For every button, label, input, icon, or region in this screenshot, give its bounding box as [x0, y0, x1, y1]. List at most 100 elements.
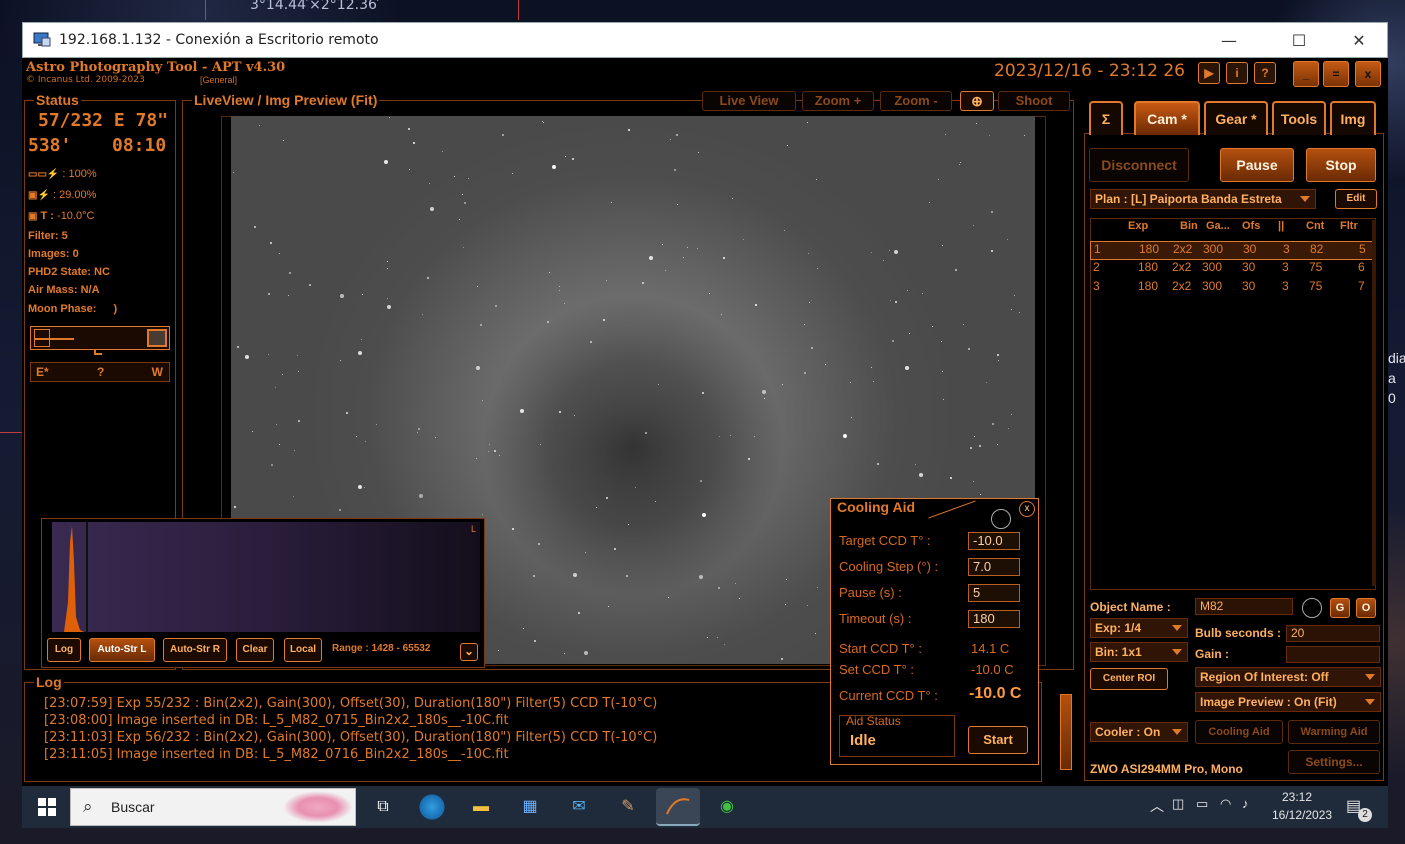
play-icon-button[interactable]: ▶ [1198, 62, 1220, 84]
object-name-input[interactable]: M82 [1195, 598, 1293, 615]
app-maximize-button[interactable]: = [1323, 61, 1349, 87]
app-close-button[interactable]: x [1355, 61, 1381, 87]
log-scrollbar[interactable] [1060, 694, 1072, 770]
target-ccd-label: Target CCD T° : [839, 533, 931, 548]
center-roi-button[interactable]: Center ROI [1090, 668, 1168, 690]
zoom-in-button[interactable]: Zoom + [802, 91, 874, 111]
pause-label: Pause (s) : [839, 585, 902, 600]
tracking-bar[interactable] [30, 326, 170, 350]
taskbar-time[interactable]: 23:12 [1282, 790, 1312, 804]
live-view-button[interactable]: Live View [702, 91, 796, 111]
table-row[interactable]: 1 180 2x2 300 30 3 82 5 [1090, 241, 1374, 260]
info-button[interactable]: i [1226, 62, 1248, 84]
meet-now-icon[interactable]: ◫ [1172, 796, 1184, 812]
warming-aid-button[interactable]: Warming Aid [1288, 720, 1380, 744]
goto-button[interactable]: G [1330, 598, 1350, 618]
minimize-button[interactable]: — [1206, 27, 1252, 55]
zoom-out-button[interactable]: Zoom - [880, 91, 952, 111]
auto-stretch-l-button[interactable]: Auto-Str L [89, 638, 155, 662]
star-point [743, 239, 744, 240]
histogram-expand-button[interactable]: ⌄ [460, 643, 478, 661]
mail-icon[interactable]: ✉ [564, 793, 594, 821]
tab-img[interactable]: Img [1330, 101, 1376, 135]
app-minimize-button[interactable]: _ [1293, 61, 1319, 87]
star-point [590, 341, 592, 343]
tab-cam[interactable]: Cam * [1134, 101, 1200, 135]
aid-status-value: Idle [850, 732, 876, 749]
star-point [697, 248, 698, 249]
star-point [346, 412, 348, 414]
search-icon: ⌕ [83, 797, 93, 816]
star-point [418, 428, 420, 430]
histogram-log-button[interactable]: Log [47, 638, 81, 662]
table-row[interactable]: 3 180 2x2 300 30 3 75 7 [1090, 279, 1374, 298]
tab-tools[interactable]: Tools [1272, 101, 1326, 135]
tray-chevron-up-icon[interactable]: ︿ [1150, 796, 1164, 816]
close-button[interactable]: ✕ [1336, 27, 1382, 55]
edge-browser-icon[interactable] [417, 793, 447, 821]
star-point [389, 117, 390, 118]
binning-select[interactable]: Bin: 1x1 [1090, 642, 1188, 662]
tab-gear[interactable]: Gear * [1204, 101, 1268, 135]
star-point [268, 354, 269, 355]
star-point [276, 424, 277, 425]
bulb-seconds-input[interactable]: 20 [1286, 625, 1380, 642]
image-preview-select[interactable]: Image Preview : On (Fit) [1195, 692, 1381, 712]
roi-select[interactable]: Region Of Interest: Off [1195, 667, 1381, 687]
file-explorer-icon[interactable]: ▬ [466, 793, 496, 821]
apt-taskbar-icon[interactable] [656, 788, 700, 826]
histogram-clear-button[interactable]: Clear [236, 638, 274, 662]
star-point [719, 436, 720, 437]
star-point [698, 152, 699, 153]
help-button[interactable]: ? [1254, 62, 1276, 84]
windows-start-icon[interactable] [38, 798, 56, 816]
target-ccd-input[interactable]: -10.0 [968, 532, 1020, 550]
stop-button[interactable]: Stop [1306, 148, 1376, 182]
taskbar-date[interactable]: 16/12/2023 [1272, 808, 1332, 822]
timeout-input[interactable]: 180 [968, 610, 1020, 628]
settings-button[interactable]: Settings... [1288, 750, 1380, 774]
cooling-step-input[interactable]: 7.0 [968, 558, 1020, 576]
phd2-status: PHD2 State: NC [28, 266, 110, 278]
star-point [739, 598, 740, 599]
taskbar-search[interactable]: ⌕ Buscar [70, 788, 356, 826]
battery-icon[interactable]: ▭ [1196, 796, 1208, 812]
pause-input[interactable]: 5 [968, 584, 1020, 602]
wifi-icon[interactable]: ◠ [1220, 796, 1231, 812]
task-view-icon[interactable]: ⧉ [368, 793, 398, 821]
plan-table-scrollbar[interactable] [1372, 220, 1376, 586]
star-point [989, 135, 990, 136]
star-point [735, 583, 736, 584]
sparkle-icon[interactable] [1302, 598, 1322, 618]
star-point [1011, 309, 1012, 310]
auto-stretch-r-button[interactable]: Auto-Str R [163, 638, 227, 662]
star-point [608, 606, 609, 607]
disconnect-button[interactable]: Disconnect [1089, 148, 1189, 182]
star-point [730, 435, 731, 436]
shoot-button[interactable]: Shoot [998, 91, 1070, 111]
star-point [732, 198, 733, 199]
cooling-start-button[interactable]: Start [968, 726, 1028, 754]
star-point [293, 496, 294, 497]
tab-sigma[interactable]: Σ [1089, 101, 1123, 135]
store-icon[interactable]: ▦ [515, 793, 545, 821]
table-row[interactable]: 2 180 2x2 300 30 3 75 6 [1090, 260, 1374, 279]
gain-input[interactable] [1286, 646, 1380, 663]
phd2-taskbar-icon[interactable]: ◉ [712, 793, 742, 821]
exposure-select[interactable]: Exp: 1/4 [1090, 618, 1188, 638]
histogram-local-button[interactable]: Local [284, 638, 322, 662]
pause-button[interactable]: Pause [1220, 148, 1294, 182]
cooling-aid-button[interactable]: Cooling Aid [1195, 720, 1283, 744]
plan-select[interactable]: Plan : [L] Paiporta Banda Estreta [1090, 189, 1316, 209]
star-point [974, 436, 975, 437]
cooling-aid-close-button[interactable]: x [1019, 501, 1035, 517]
cooler-select[interactable]: Cooler : On [1090, 722, 1188, 742]
star-point [871, 367, 872, 368]
paint-icon[interactable]: ✎ [613, 793, 643, 821]
crosshair-button[interactable]: ⊕ [960, 91, 994, 111]
maximize-button[interactable]: ☐ [1276, 27, 1322, 55]
histogram-plot[interactable]: L [46, 522, 480, 632]
volume-icon[interactable]: ♪ [1242, 796, 1249, 811]
object-options-button[interactable]: O [1356, 598, 1376, 618]
edit-plan-button[interactable]: Edit [1335, 189, 1377, 209]
